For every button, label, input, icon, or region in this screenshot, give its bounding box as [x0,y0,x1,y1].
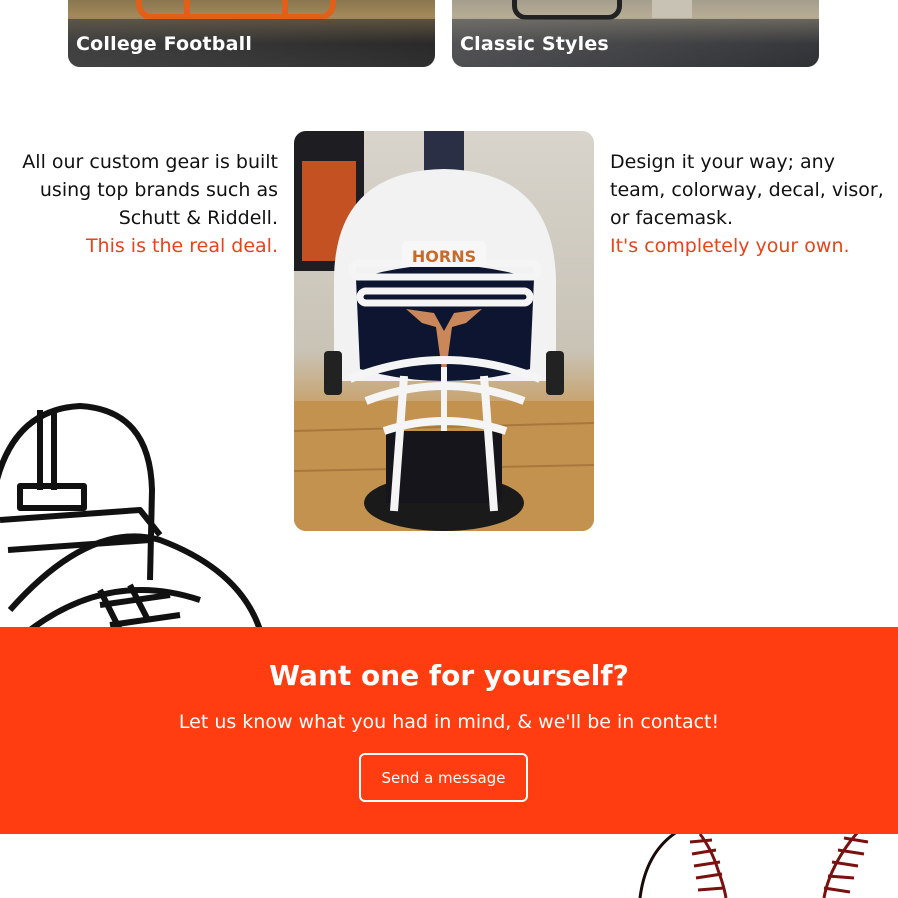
college-football-card[interactable]: College Football [68,0,435,67]
card-image-facemask [512,0,622,20]
classic-styles-card[interactable]: Classic Styles [452,0,819,67]
custom-helmet-photo: HORNS [294,131,594,531]
customization-text: Design it your way; any team, colorway, … [610,151,884,229]
cta-heading: Want one for yourself? [269,659,629,692]
contact-call-to-action: Want one for yourself? Let us know what … [0,627,898,834]
helmet-decal: HORNS [412,247,476,266]
cta-subtitle: Let us know what you had in mind, & we'l… [178,711,720,733]
card-title: College Football [76,33,253,55]
brands-text: All our custom gear is built using top b… [22,151,278,229]
card-image-clip [652,0,692,18]
football-helmet-icon [0,403,263,630]
customization-accent-text: It's completely your own. [610,235,850,257]
baseball-icon [638,830,869,898]
helmet-illustration: HORNS [294,131,594,531]
customization-description: Design it your way; any team, colorway, … [610,148,890,260]
brands-accent-text: This is the real deal. [85,235,278,257]
send-message-button[interactable]: Send a message [359,753,528,802]
card-image-facemask-bars [184,0,288,20]
brands-description: All our custom gear is built using top b… [0,148,278,260]
card-title: Classic Styles [460,33,609,55]
